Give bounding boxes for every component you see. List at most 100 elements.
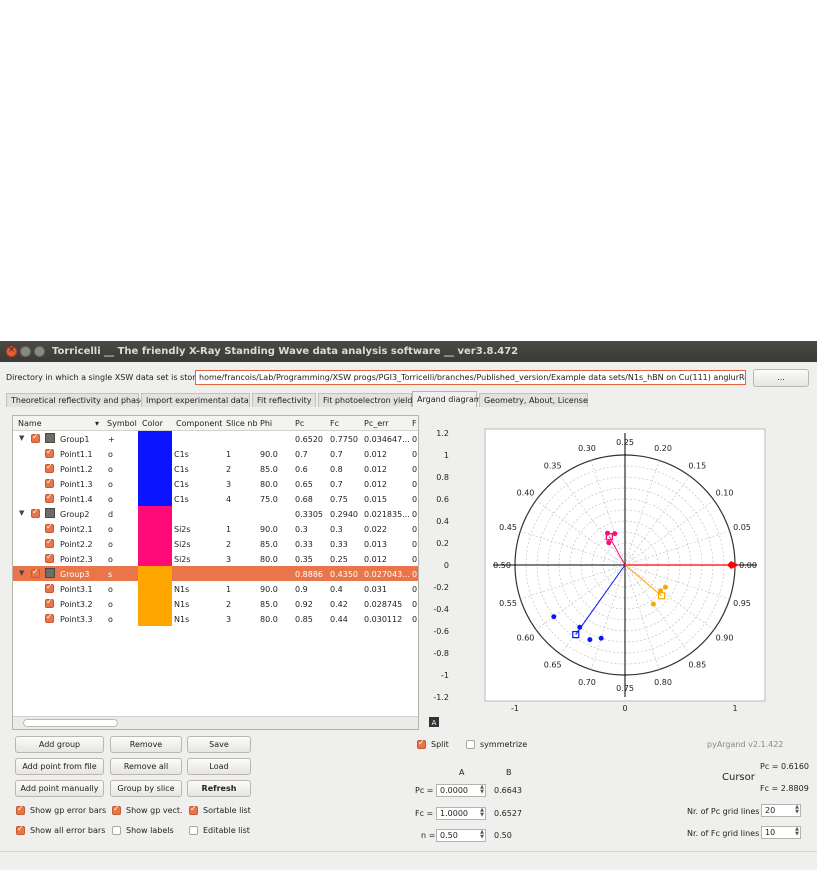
spin-arrows-icon[interactable]: ▲ ▼ [795, 805, 799, 815]
show-gp-error-bars-checkbox[interactable]: Show gp error bars [16, 804, 111, 816]
col-symbol[interactable]: Symbol [107, 419, 137, 428]
row-color-swatch[interactable] [138, 446, 172, 461]
save-button[interactable]: Save [187, 736, 251, 753]
fc-grid-lines-spinbox[interactable]: 10 ▲ ▼ [761, 826, 801, 839]
row-checkbox[interactable] [45, 582, 54, 593]
add-point-from-file-button[interactable]: Add point from file [15, 758, 104, 775]
col-component[interactable]: Component [176, 419, 222, 428]
load-button[interactable]: Load [187, 758, 251, 775]
tree-point-row[interactable]: Point1.1 o C1s 1 90.0 0.7 0.7 0.012 0. [13, 446, 418, 461]
tree-point-row[interactable]: Point2.3 o Si2s 3 80.0 0.35 0.25 0.012 0. [13, 551, 418, 566]
row-color-swatch[interactable] [138, 461, 172, 476]
tab-theoretical-reflectivity[interactable]: Theoretical reflectivity and phase [6, 393, 145, 407]
spin-arrows-icon[interactable]: ▲ ▼ [480, 785, 484, 795]
row-color-swatch[interactable] [138, 476, 172, 491]
row-color-swatch[interactable] [138, 611, 172, 626]
row-color-swatch[interactable] [138, 431, 172, 446]
split-checkbox[interactable]: Split [417, 738, 457, 751]
checkbox-box[interactable] [417, 738, 426, 749]
tree-point-row[interactable]: Point2.1 o Si2s 1 90.0 0.3 0.3 0.022 0. [13, 521, 418, 536]
argand-diagram[interactable]: 0.000.050.100.150.200.250.300.350.400.45… [425, 415, 817, 730]
sortable-list-checkbox[interactable]: Sortable list [189, 804, 257, 816]
row-color-swatch[interactable] [138, 521, 172, 536]
spin-arrows-icon[interactable]: ▲ ▼ [795, 827, 799, 837]
row-color-swatch[interactable] [138, 581, 172, 596]
data-tree-table[interactable]: Name ▾ Symbol Color Component Slice nb P… [12, 415, 419, 730]
row-color-swatch[interactable] [138, 596, 172, 611]
minimize-window-button[interactable] [20, 346, 31, 357]
pc-a-spinbox[interactable]: 0.0000 ▲ ▼ [436, 784, 486, 797]
fc-a-spinbox[interactable]: 1.0000 ▲ ▼ [436, 807, 486, 820]
tab-import-experimental-data[interactable]: Import experimental data [141, 393, 250, 407]
tab-fit-reflectivity[interactable]: Fit reflectivity [252, 393, 316, 407]
checkbox-box[interactable] [466, 740, 475, 749]
row-checkbox[interactable] [45, 492, 54, 503]
row-color-swatch[interactable] [138, 506, 172, 521]
row-checkbox[interactable] [31, 567, 40, 578]
remove-button[interactable]: Remove [110, 736, 182, 753]
scrollbar-thumb[interactable] [23, 719, 118, 727]
row-checkbox[interactable] [45, 612, 54, 623]
add-group-button[interactable]: Add group [15, 736, 104, 753]
tree-group-row[interactable]: ▼ Group1 +0.6520 0.7750 0.034647...0. [13, 431, 418, 446]
show-all-error-bars-checkbox[interactable]: Show all error bars [16, 824, 111, 836]
row-checkbox[interactable] [45, 552, 54, 563]
add-point-manually-button[interactable]: Add point manually [15, 780, 104, 797]
tree-point-row[interactable]: Point1.4 o C1s 4 75.0 0.68 0.75 0.015 0. [13, 491, 418, 506]
group-by-slice-button[interactable]: Group by slice [110, 780, 182, 797]
remove-all-button[interactable]: Remove all [110, 758, 182, 775]
row-checkbox[interactable] [31, 507, 40, 518]
checkbox-box[interactable] [112, 804, 121, 815]
col-color[interactable]: Color [142, 419, 163, 428]
row-checkbox[interactable] [31, 432, 40, 443]
tree-group-row[interactable]: ▼ Group3 s 0.8886 0.4350 0.027043...0. [13, 566, 418, 581]
row-color-swatch[interactable] [138, 491, 172, 506]
col-fc[interactable]: Fc [330, 419, 339, 428]
n-a-spinbox[interactable]: 0.50 ▲ ▼ [436, 829, 486, 842]
symmetrize-checkbox[interactable]: symmetrize [466, 740, 527, 750]
expand-arrow-icon[interactable]: ▼ [19, 569, 24, 577]
col-pc-err[interactable]: Pc_err [364, 419, 389, 428]
row-checkbox[interactable] [45, 477, 54, 488]
browse-button[interactable]: ... [753, 369, 809, 387]
col-slice-nb[interactable]: Slice nb [226, 419, 258, 428]
maximize-window-button[interactable] [34, 346, 45, 357]
tab-geometry-about-license[interactable]: Geometry, About, License [479, 393, 588, 407]
close-window-button[interactable]: × [6, 345, 17, 357]
directory-input[interactable]: home/francois/Lab/Programming/XSW progs/… [195, 370, 746, 385]
show-labels-checkbox[interactable]: Show labels [112, 826, 187, 836]
spin-arrows-icon[interactable]: ▲ ▼ [480, 830, 484, 840]
expand-arrow-icon[interactable]: ▼ [19, 509, 24, 517]
expand-arrow-icon[interactable]: ▼ [19, 434, 24, 442]
col-phi[interactable]: Phi [260, 419, 272, 428]
tree-point-row[interactable]: Point2.2 o Si2s 2 85.0 0.33 0.33 0.013 0. [13, 536, 418, 551]
row-color-swatch[interactable] [138, 551, 172, 566]
refresh-button[interactable]: Refresh [187, 780, 251, 797]
checkbox-box[interactable] [189, 804, 198, 815]
tree-point-row[interactable]: Point3.1 o N1s 1 90.0 0.9 0.4 0.031 0. [13, 581, 418, 596]
row-color-swatch[interactable] [138, 536, 172, 551]
row-color-swatch[interactable] [138, 566, 172, 581]
row-checkbox[interactable] [45, 522, 54, 533]
col-name[interactable]: Name [18, 419, 42, 428]
row-checkbox[interactable] [45, 462, 54, 473]
col-pc[interactable]: Pc [295, 419, 304, 428]
row-checkbox[interactable] [45, 447, 54, 458]
tree-point-row[interactable]: Point3.3 o N1s 3 80.0 0.85 0.44 0.030112 0. [13, 611, 418, 626]
row-checkbox[interactable] [45, 537, 54, 548]
checkbox-box[interactable] [16, 824, 25, 835]
row-checkbox[interactable] [45, 597, 54, 608]
editable-list-checkbox[interactable]: Editable list [189, 826, 257, 836]
show-gp-vect-checkbox[interactable]: Show gp vect. [112, 804, 187, 816]
tab-argand-diagram[interactable]: Argand diagram [412, 391, 482, 407]
checkbox-box[interactable] [189, 826, 198, 835]
horizontal-scrollbar[interactable] [13, 716, 418, 729]
col-f[interactable]: F [412, 419, 417, 428]
tree-point-row[interactable]: Point3.2 o N1s 2 85.0 0.92 0.42 0.028745 0. [13, 596, 418, 611]
checkbox-box[interactable] [16, 804, 25, 815]
tree-point-row[interactable]: Point1.2 o C1s 2 85.0 0.6 0.8 0.012 0. [13, 461, 418, 476]
spin-arrows-icon[interactable]: ▲ ▼ [480, 808, 484, 818]
tree-group-row[interactable]: ▼ Group2 d 0.3305 0.2940 0.021835...0. [13, 506, 418, 521]
pc-grid-lines-spinbox[interactable]: 20 ▲ ▼ [761, 804, 801, 817]
checkbox-box[interactable] [112, 826, 121, 835]
